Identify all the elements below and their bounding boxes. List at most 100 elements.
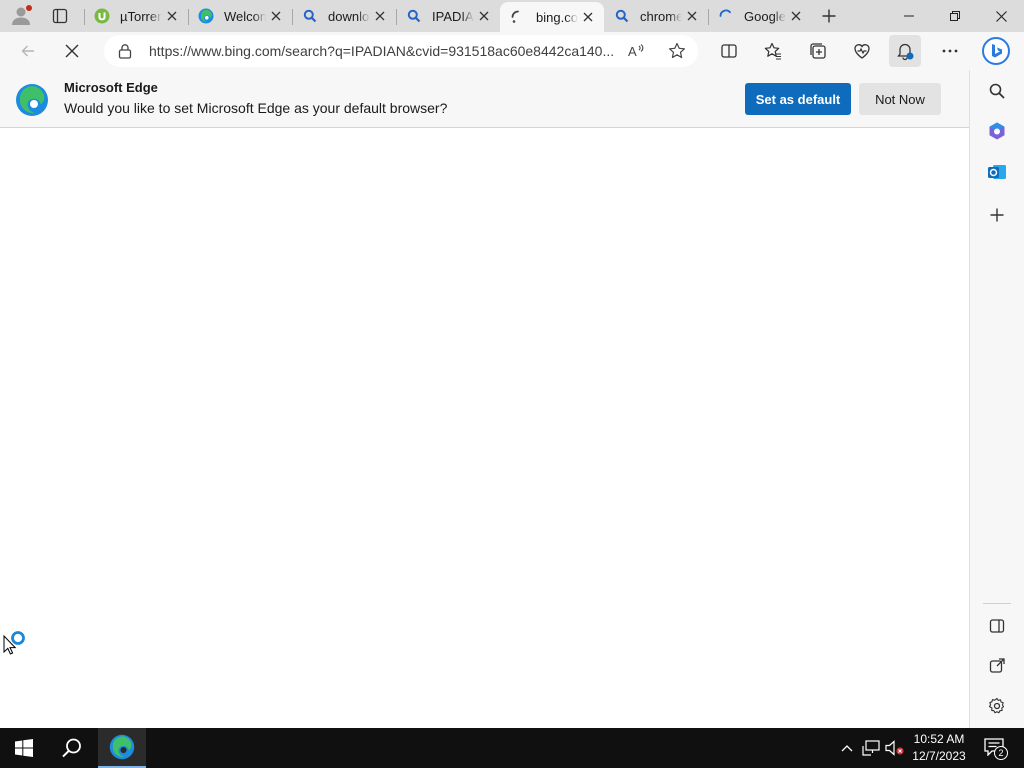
favorites-icon — [764, 42, 782, 60]
not-now-button[interactable]: Not Now — [859, 83, 941, 115]
minimize-button[interactable] — [886, 0, 932, 32]
profile-button[interactable] — [2, 0, 42, 32]
collections-button[interactable] — [802, 35, 834, 67]
tab-title: IPADIAN — [432, 8, 474, 24]
plus-icon — [822, 9, 836, 23]
taskbar-clock[interactable]: 10:52 AM 12/7/2023 — [906, 731, 972, 765]
restore-button[interactable] — [932, 0, 978, 32]
sidebar-hide-button[interactable] — [982, 611, 1012, 641]
tab-title: Google — [744, 8, 786, 24]
sidebar-open-external-button[interactable] — [982, 651, 1012, 681]
default-browser-infobar: Microsoft Edge Would you like to set Mic… — [0, 70, 969, 128]
collections-icon — [809, 42, 827, 60]
tab-download[interactable]: download — [292, 0, 396, 32]
volume-tray-button[interactable] — [884, 728, 906, 768]
windows-taskbar: 10:52 AM 12/7/2023 2 — [0, 728, 1024, 768]
search-icon — [614, 8, 630, 24]
split-screen-button[interactable] — [713, 35, 745, 67]
profile-icon — [10, 4, 34, 28]
more-options-button[interactable] — [934, 35, 966, 67]
edge-icon — [109, 734, 135, 760]
volume-muted-icon — [885, 740, 905, 756]
start-button[interactable] — [0, 728, 48, 768]
tab-title: µTorrent — [120, 8, 162, 24]
stop-loading-button[interactable] — [56, 35, 88, 67]
close-tab-icon[interactable] — [266, 6, 286, 26]
browser-toolbar: https://www.bing.com/search?q=IPADIAN&cv… — [0, 32, 1024, 70]
search-icon — [406, 8, 422, 24]
lock-icon[interactable] — [118, 43, 132, 59]
taskbar-edge-button[interactable] — [98, 728, 146, 768]
close-tab-icon[interactable] — [682, 6, 702, 26]
sidebar-settings-button[interactable] — [982, 691, 1012, 721]
clock-date: 12/7/2023 — [912, 749, 966, 763]
chevron-up-icon — [841, 744, 853, 752]
loading-icon — [510, 9, 526, 25]
hide-sidebar-icon — [989, 618, 1005, 634]
close-tab-icon[interactable] — [474, 6, 494, 26]
tab-strip: µTorrent Welcome download IPADIAN bing.c… — [0, 0, 1024, 32]
sidebar-add-button[interactable] — [982, 200, 1012, 230]
tab-actions-icon — [52, 8, 68, 24]
close-tab-icon[interactable] — [578, 7, 598, 27]
close-tab-icon[interactable] — [370, 6, 390, 26]
network-tray-button[interactable] — [860, 728, 882, 768]
sidebar-search-button[interactable] — [982, 76, 1012, 106]
notification-count-badge: 2 — [994, 746, 1008, 760]
address-bar[interactable]: https://www.bing.com/search?q=IPADIAN&cv… — [104, 35, 698, 67]
search-icon — [302, 8, 318, 24]
outlook-icon — [987, 162, 1007, 182]
close-tab-icon[interactable] — [162, 6, 182, 26]
office-icon — [987, 121, 1007, 141]
set-as-default-button[interactable]: Set as default — [745, 83, 851, 115]
busy-cursor-icon — [3, 630, 27, 658]
favorite-star-icon[interactable] — [668, 42, 686, 60]
loading-icon — [718, 8, 734, 24]
search-icon — [61, 737, 83, 759]
restore-icon — [950, 11, 960, 21]
tab-ipadian[interactable]: IPADIAN — [396, 0, 500, 32]
copilot-button[interactable] — [980, 35, 1012, 67]
browser-essentials-button[interactable] — [846, 35, 878, 67]
network-icon — [862, 740, 880, 756]
browser-essentials-icon — [853, 42, 871, 60]
tab-welcome[interactable]: Welcome — [188, 0, 292, 32]
windows-logo-icon — [15, 739, 33, 757]
tab-chrome[interactable]: chrome — [604, 0, 708, 32]
action-center-button[interactable]: 2 — [980, 728, 1010, 768]
url-text[interactable]: https://www.bing.com/search?q=IPADIAN&cv… — [149, 43, 615, 59]
tab-bing-active[interactable]: bing.com — [500, 2, 604, 32]
show-hidden-icons-button[interactable] — [838, 728, 856, 768]
edge-icon — [198, 8, 214, 24]
stop-icon — [65, 44, 79, 58]
notifications-button[interactable] — [889, 35, 921, 67]
sidebar-divider — [983, 603, 1011, 604]
add-icon — [990, 208, 1004, 222]
search-icon — [988, 82, 1006, 100]
back-icon — [20, 43, 36, 59]
taskbar-search-button[interactable] — [48, 728, 96, 768]
sidebar-office-button[interactable] — [982, 116, 1012, 146]
tab-actions-button[interactable] — [40, 0, 80, 32]
close-tab-icon[interactable] — [786, 6, 806, 26]
read-aloud-icon[interactable]: A — [628, 43, 646, 59]
svg-text:A: A — [628, 44, 637, 59]
edge-sidebar — [969, 70, 1024, 728]
clock-time: 10:52 AM — [913, 732, 965, 746]
new-tab-button[interactable] — [812, 0, 846, 32]
tab-title: Welcome — [224, 8, 266, 24]
favorites-button[interactable] — [757, 35, 789, 67]
tab-utorrent[interactable]: µTorrent — [84, 0, 188, 32]
notifications-icon — [895, 41, 915, 61]
notification-icon: 2 — [984, 738, 1008, 760]
close-window-button[interactable] — [978, 0, 1024, 32]
back-button[interactable] — [12, 35, 44, 67]
settings-icon — [988, 697, 1006, 715]
page-content[interactable] — [0, 128, 969, 728]
tab-title: download — [328, 8, 370, 24]
open-external-icon — [989, 658, 1005, 674]
tab-google[interactable]: Google — [708, 0, 812, 32]
infobar-message: Would you like to set Microsoft Edge as … — [64, 100, 448, 116]
sidebar-outlook-button[interactable] — [982, 157, 1012, 187]
more-icon — [942, 49, 958, 53]
